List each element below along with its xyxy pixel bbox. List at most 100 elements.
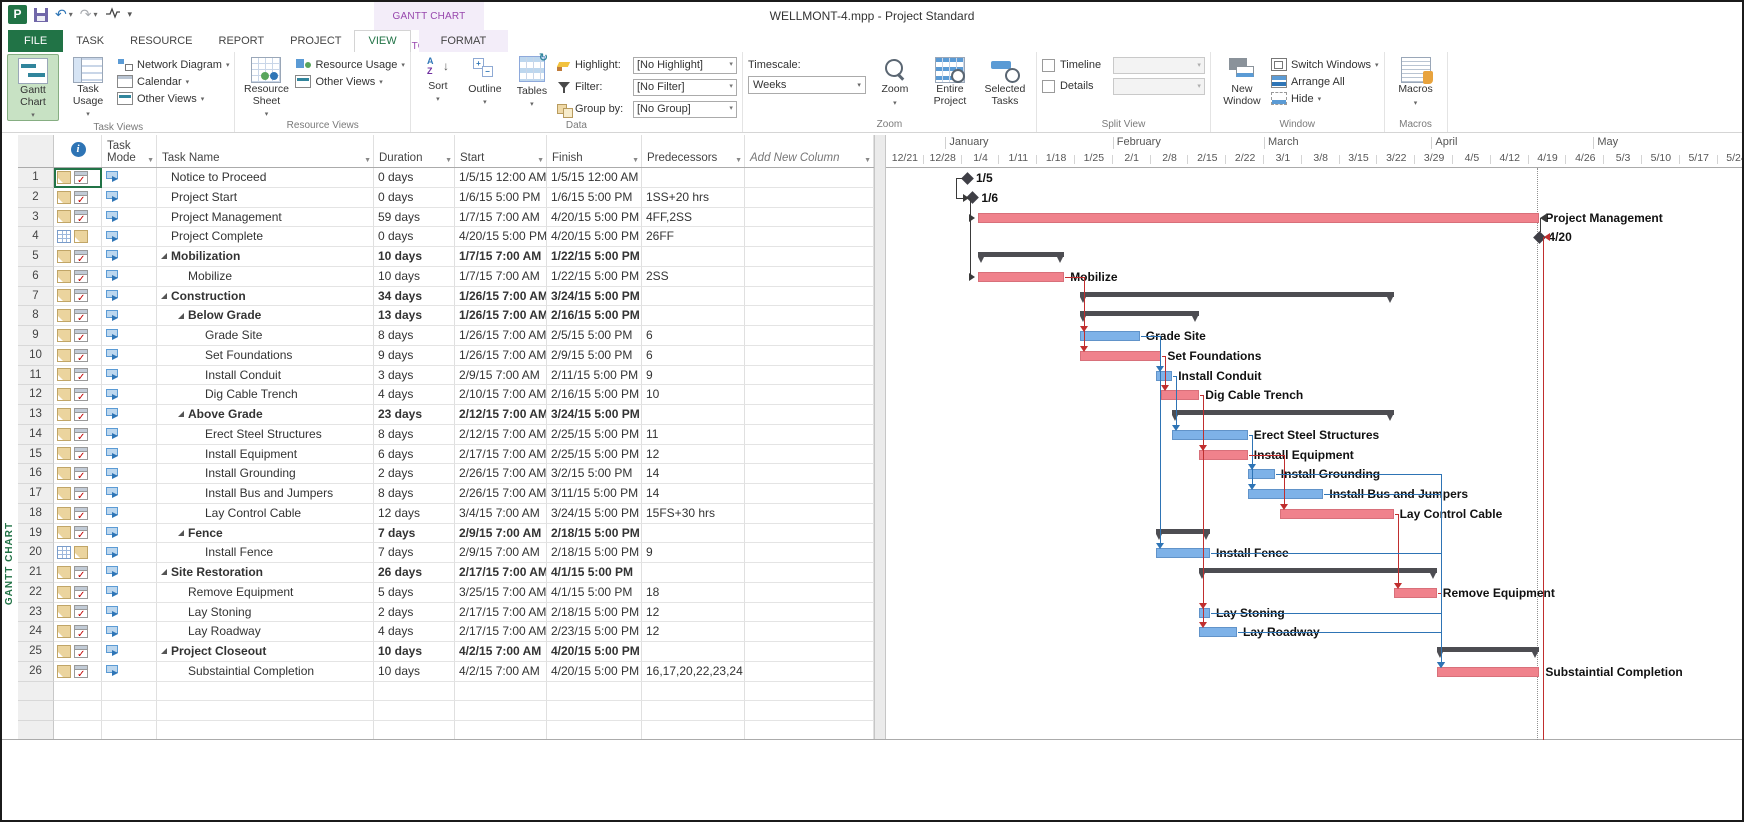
start-cell[interactable]: 1/26/15 7:00 AM xyxy=(455,346,547,366)
task-mode-cell[interactable] xyxy=(102,504,157,524)
task-mode-cell[interactable] xyxy=(102,227,157,247)
indicators-cell[interactable] xyxy=(54,188,102,208)
indicators-cell[interactable] xyxy=(54,267,102,287)
add-new-column-cell[interactable] xyxy=(745,484,874,504)
finish-cell[interactable]: 4/20/15 5:00 PM xyxy=(547,642,642,662)
redo-dropdown-caret[interactable]: ▾ xyxy=(93,10,97,19)
finish-header[interactable]: Finish▼ xyxy=(547,135,642,167)
indicators-cell[interactable] xyxy=(54,346,102,366)
task-mode-cell[interactable] xyxy=(102,168,157,188)
finish-cell[interactable]: 1/22/15 5:00 PM xyxy=(547,267,642,287)
expand-triangle-icon[interactable] xyxy=(161,293,167,299)
row-number-cell[interactable]: 1 xyxy=(18,168,54,188)
finish-cell[interactable]: 1/6/15 5:00 PM xyxy=(547,188,642,208)
task-name-cell[interactable]: Lay Roadway xyxy=(157,622,374,642)
empty-cell[interactable] xyxy=(745,701,874,721)
header-dropdown-caret[interactable]: ▼ xyxy=(364,157,371,164)
task-mode-cell[interactable] xyxy=(102,306,157,326)
start-header[interactable]: Start▼ xyxy=(455,135,547,167)
undo-icon[interactable]: ↶ xyxy=(55,8,67,22)
task-bar[interactable] xyxy=(1248,489,1324,499)
add-new-column-header[interactable]: Add New Column▼ xyxy=(745,135,874,167)
add-new-column-cell[interactable] xyxy=(745,267,874,287)
entire-project-button[interactable]: Entire Project xyxy=(924,54,976,107)
table-row[interactable]: 16Install Grounding2 days2/26/15 7:00 AM… xyxy=(18,464,874,484)
add-new-column-cell[interactable] xyxy=(745,563,874,583)
indicators-cell[interactable] xyxy=(54,662,102,682)
finish-cell[interactable]: 4/20/15 5:00 PM xyxy=(547,227,642,247)
summary-bar[interactable] xyxy=(1172,410,1393,415)
table-row[interactable]: 19Fence7 days2/9/15 7:00 AM2/18/15 5:00 … xyxy=(18,524,874,544)
task-mode-cell[interactable] xyxy=(102,563,157,583)
start-cell[interactable]: 4/20/15 5:00 PM xyxy=(455,227,547,247)
predecessors-cell[interactable]: 12 xyxy=(642,445,745,465)
indicators-cell[interactable] xyxy=(54,287,102,307)
table-row[interactable]: 20Install Fence7 days2/9/15 7:00 AM2/18/… xyxy=(18,543,874,563)
task-name-cell[interactable]: Substaintial Completion xyxy=(157,662,374,682)
duration-cell[interactable]: 8 days xyxy=(374,326,455,346)
tab-file[interactable]: FILE xyxy=(8,30,63,52)
indicators-cell[interactable] xyxy=(54,603,102,623)
table-row[interactable]: 9Grade Site8 days1/26/15 7:00 AM2/5/15 5… xyxy=(18,326,874,346)
resource-usage-button[interactable]: Resource Usage▾ xyxy=(295,57,404,72)
predecessors-cell[interactable]: 14 xyxy=(642,464,745,484)
sort-button[interactable]: AZ↓ Sort▾ xyxy=(416,54,460,104)
empty-cell[interactable] xyxy=(547,701,642,721)
task-bar[interactable] xyxy=(1161,390,1199,400)
task-mode-cell[interactable] xyxy=(102,484,157,504)
indicators-cell[interactable] xyxy=(54,622,102,642)
header-dropdown-caret[interactable]: ▼ xyxy=(147,157,154,164)
duration-cell[interactable]: 10 days xyxy=(374,267,455,287)
empty-cell[interactable] xyxy=(374,721,455,740)
add-new-column-cell[interactable] xyxy=(745,405,874,425)
add-new-column-cell[interactable] xyxy=(745,464,874,484)
duration-cell[interactable]: 12 days xyxy=(374,504,455,524)
task-mode-cell[interactable] xyxy=(102,464,157,484)
predecessors-cell[interactable] xyxy=(642,642,745,662)
row-number-cell[interactable]: 3 xyxy=(18,208,54,228)
add-new-column-cell[interactable] xyxy=(745,583,874,603)
tab-resource[interactable]: RESOURCE xyxy=(117,30,205,52)
indicators-cell[interactable] xyxy=(54,306,102,326)
duration-cell[interactable]: 5 days xyxy=(374,583,455,603)
outline-button[interactable]: +− Outline▾ xyxy=(463,54,507,107)
summary-bar[interactable] xyxy=(1156,529,1210,534)
finish-cell[interactable]: 3/11/15 5:00 PM xyxy=(547,484,642,504)
duration-cell[interactable]: 23 days xyxy=(374,405,455,425)
header-dropdown-caret[interactable]: ▼ xyxy=(632,157,639,164)
finish-cell[interactable]: 1/22/15 5:00 PM xyxy=(547,247,642,267)
table-row[interactable]: 13Above Grade23 days2/12/15 7:00 AM3/24/… xyxy=(18,405,874,425)
add-new-column-cell[interactable] xyxy=(745,188,874,208)
tab-project[interactable]: PROJECT xyxy=(277,30,354,52)
expand-triangle-icon[interactable] xyxy=(161,253,167,259)
table-row[interactable]: 11Install Conduit3 days2/9/15 7:00 AM2/1… xyxy=(18,366,874,386)
task-name-cell[interactable]: Install Conduit xyxy=(157,366,374,386)
start-cell[interactable]: 2/17/15 7:00 AM xyxy=(455,622,547,642)
add-new-column-cell[interactable] xyxy=(745,366,874,386)
summary-bar[interactable] xyxy=(1199,568,1437,573)
duration-cell[interactable]: 4 days xyxy=(374,385,455,405)
start-cell[interactable]: 1/7/15 7:00 AM xyxy=(455,267,547,287)
task-name-cell[interactable]: Erect Steel Structures xyxy=(157,425,374,445)
task-name-cell[interactable]: Set Foundations xyxy=(157,346,374,366)
indicators-cell[interactable] xyxy=(54,405,102,425)
task-name-cell[interactable]: Fence xyxy=(157,524,374,544)
predecessors-cell[interactable]: 4FF,2SS xyxy=(642,208,745,228)
row-number-cell[interactable]: 10 xyxy=(18,346,54,366)
indicators-cell[interactable] xyxy=(54,524,102,544)
duration-cell[interactable]: 0 days xyxy=(374,188,455,208)
table-row[interactable]: 2Project Start0 days1/6/15 5:00 PM1/6/15… xyxy=(18,188,874,208)
row-number-cell[interactable]: 23 xyxy=(18,603,54,623)
task-mode-cell[interactable] xyxy=(102,425,157,445)
finish-cell[interactable]: 2/9/15 5:00 PM xyxy=(547,346,642,366)
add-new-column-cell[interactable] xyxy=(745,306,874,326)
add-new-column-cell[interactable] xyxy=(745,603,874,623)
predecessors-cell[interactable]: 11 xyxy=(642,425,745,445)
finish-cell[interactable]: 2/5/15 5:00 PM xyxy=(547,326,642,346)
predecessors-cell[interactable]: 9 xyxy=(642,543,745,563)
row-number-cell[interactable]: 18 xyxy=(18,504,54,524)
duration-cell[interactable]: 9 days xyxy=(374,346,455,366)
header-dropdown-caret[interactable]: ▼ xyxy=(864,157,871,164)
table-row[interactable]: 4Project Complete0 days4/20/15 5:00 PM4/… xyxy=(18,227,874,247)
task-bar[interactable] xyxy=(1156,371,1172,381)
